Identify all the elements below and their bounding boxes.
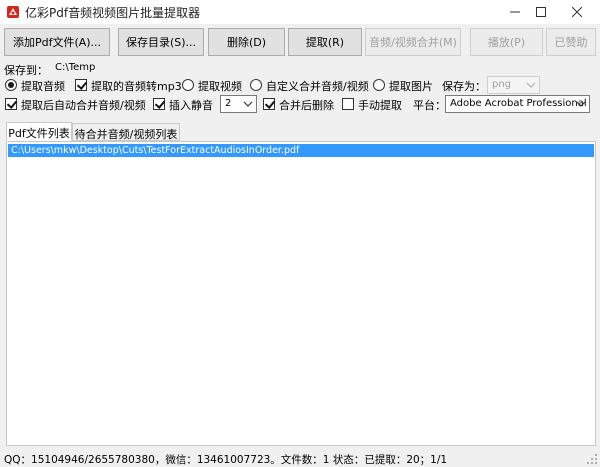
add-pdf-button[interactable]: 添加Pdf文件(A)... — [4, 28, 110, 56]
options-row-2: 提取后自动合并音频/视频 插入静音 2 合并后删除 手动提取 平台： Adobe… — [0, 95, 600, 113]
platform-label: 平台： — [413, 99, 446, 112]
extract-video-radio[interactable] — [182, 79, 194, 91]
donated-button[interactable]: 已赞助 — [546, 28, 596, 56]
save-to-path: C:\Temp — [55, 62, 96, 73]
options-row-1: 提取音频 提取的音频转mp3 提取视频 自定义合并音频/视频 提取图片 保存为：… — [0, 76, 600, 94]
insert-silence-label: 插入静音 — [169, 99, 213, 112]
chevron-down-icon — [243, 100, 253, 108]
status-bar: QQ：15104946/2655780380，微信：13461007723。文件… — [0, 449, 600, 467]
delete-button[interactable]: 删除(D) — [208, 28, 285, 56]
save-as-format-select[interactable]: png — [487, 76, 540, 94]
tab-pdf-file-list[interactable]: Pdf文件列表 — [6, 122, 72, 141]
auto-merge-checkbox[interactable] — [5, 98, 17, 110]
silence-seconds-select[interactable]: 2 — [220, 95, 257, 113]
insert-silence-checkbox[interactable] — [153, 98, 165, 110]
chevron-down-icon — [526, 81, 536, 89]
manual-extract-checkbox[interactable] — [342, 98, 354, 110]
silence-seconds-value: 2 — [225, 98, 232, 109]
extract-audio-label: 提取音频 — [21, 80, 65, 93]
save-as-format-value: png — [492, 79, 512, 90]
extract-button[interactable]: 提取(R) — [288, 28, 362, 56]
merge-audio-video-button[interactable]: 音频/视频合并(M) — [365, 28, 461, 56]
tab-merge-list[interactable]: 待合并音频/视频列表 — [72, 123, 180, 141]
extract-image-label: 提取图片 — [389, 80, 433, 93]
manual-extract-label: 手动提取 — [358, 99, 402, 112]
status-text: QQ：15104946/2655780380，微信：13461007723。文件… — [4, 454, 448, 466]
list-item[interactable]: C:\Users\mkw\Desktop\Cuts\TestForExtract… — [8, 144, 594, 157]
convert-mp3-checkbox[interactable] — [75, 79, 87, 91]
pdf-app-icon — [6, 5, 20, 19]
delete-after-merge-checkbox[interactable] — [263, 98, 275, 110]
custom-merge-radio[interactable] — [250, 79, 262, 91]
save-directory-button[interactable]: 保存目录(S)... — [118, 28, 204, 56]
play-button[interactable]: 播放(P) — [470, 28, 543, 56]
convert-mp3-label: 提取的音频转mp3 — [91, 80, 182, 93]
auto-merge-label: 提取后自动合并音频/视频 — [21, 99, 146, 112]
custom-merge-label: 自定义合并音频/视频 — [266, 80, 369, 93]
platform-value: Adobe Acrobat Professional — [450, 98, 587, 109]
save-as-label: 保存为： — [442, 80, 486, 93]
close-button[interactable] — [554, 0, 600, 24]
delete-after-merge-label: 合并后删除 — [279, 99, 334, 112]
extract-image-radio[interactable] — [373, 79, 385, 91]
platform-select[interactable]: Adobe Acrobat Professional — [445, 95, 590, 113]
close-icon — [572, 7, 582, 17]
pdf-file-list[interactable]: C:\Users\mkw\Desktop\Cuts\TestForExtract… — [6, 141, 596, 446]
extract-video-label: 提取视频 — [198, 80, 242, 93]
resize-grip-icon[interactable] — [587, 454, 598, 465]
window-title: 亿彩Pdf音频视频图片批量提取器 — [25, 6, 201, 20]
extract-audio-radio[interactable] — [5, 79, 17, 91]
toolbar: 添加Pdf文件(A)... 保存目录(S)... 删除(D) 提取(R) 音频/… — [0, 28, 600, 58]
maximize-icon — [536, 7, 546, 17]
chevron-down-icon — [576, 100, 586, 108]
title-bar: 亿彩Pdf音频视频图片批量提取器 — [0, 0, 600, 24]
